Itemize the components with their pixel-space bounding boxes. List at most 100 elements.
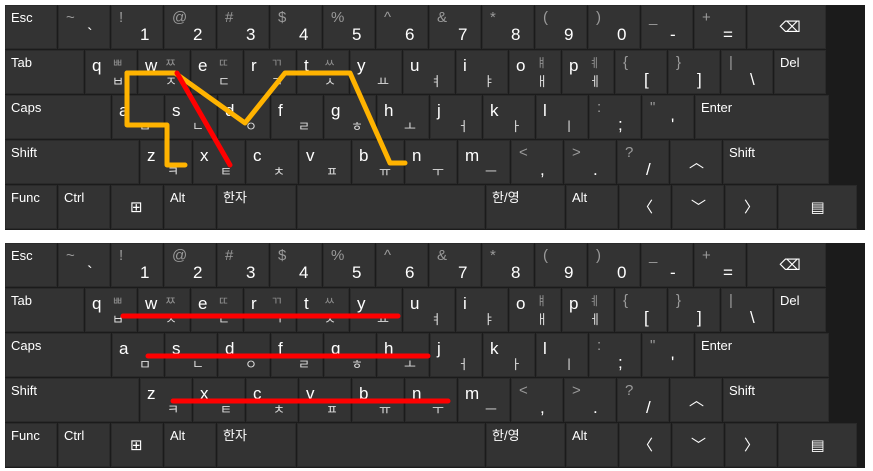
key-i[interactable]: iㅑ [456,50,508,94]
key-right[interactable]: 〉 [725,423,777,467]
key-alt-left[interactable]: Alt [164,185,216,229]
key-0[interactable]: ) 0 [588,243,640,287]
key-slash[interactable]: ? / [617,140,669,184]
key-alt-right[interactable]: Alt [566,185,618,229]
key-j[interactable]: jㅓ [430,95,482,139]
key-m[interactable]: mㅡ [458,378,510,422]
key-z[interactable]: zㅋ [140,378,192,422]
key-slash[interactable]: ? / [617,378,669,422]
key-r[interactable]: rㄲㄱ [244,288,296,332]
key-down[interactable]: ﹀ [672,423,724,467]
key-backslash[interactable]: | \ [721,288,773,332]
key-o[interactable]: oㅒㅐ [509,288,561,332]
key-caps[interactable]: Caps [5,333,111,377]
key-semicolon[interactable]: :; [589,95,641,139]
key-t[interactable]: t ㅆㅅ [297,288,349,332]
key-space[interactable] [297,423,485,467]
key-q[interactable]: qㅃㅂ [85,50,137,94]
key-s[interactable]: sㄴ [165,333,217,377]
key-2[interactable]: @2 [164,5,216,49]
key-semicolon[interactable]: :; [589,333,641,377]
key-del[interactable]: Del [774,50,826,94]
key-shift-right[interactable]: Shift [723,140,829,184]
key-u[interactable]: uㅕ [403,288,455,332]
key-func[interactable]: Func [5,185,57,229]
key-1[interactable]: ! 1 [111,243,163,287]
key-g[interactable]: gㅎ [324,333,376,377]
key-y[interactable]: yㅛ [350,288,402,332]
key-7[interactable]: & 7 [429,5,481,49]
key-period[interactable]: >. [564,378,616,422]
key-w[interactable]: wㅉㅈ [138,50,190,94]
key-q[interactable]: qㅃㅂ [85,288,137,332]
key-s[interactable]: sㄴ [165,95,217,139]
key-2[interactable]: @2 [164,243,216,287]
key-shift-right[interactable]: Shift [723,378,829,422]
key-ctrl[interactable]: Ctrl [58,423,110,467]
key-settings[interactable]: ▤ [778,423,857,467]
key-comma[interactable]: <, [511,140,563,184]
key-k[interactable]: kㅏ [483,95,535,139]
key-u[interactable]: uㅕ [403,50,455,94]
key-v[interactable]: vㅍ [299,140,351,184]
key-minus[interactable]: _ - [641,243,693,287]
key-k[interactable]: kㅏ [483,333,535,377]
key-x[interactable]: xㅌ [193,140,245,184]
key-space[interactable] [297,185,485,229]
key-backtick[interactable]: ~ ` [58,5,110,49]
key-3[interactable]: #3 [217,243,269,287]
key-lbracket[interactable]: {[ [615,50,667,94]
key-h[interactable]: hㅗ [377,95,429,139]
key-9[interactable]: (9 [535,243,587,287]
key-func[interactable]: Func [5,423,57,467]
key-settings[interactable]: ▤ [778,185,857,229]
key-shift-left[interactable]: Shift [5,140,139,184]
key-c[interactable]: cㅊ [246,378,298,422]
key-4[interactable]: $4 [270,243,322,287]
key-b[interactable]: bㅠ [352,378,404,422]
key-m[interactable]: mㅡ [458,140,510,184]
key-c[interactable]: cㅊ [246,140,298,184]
key-8[interactable]: * 8 [482,5,534,49]
key-hanja[interactable]: 한자 [217,185,296,229]
key-3[interactable]: #3 [217,5,269,49]
key-t[interactable]: t ㅆㅅ [297,50,349,94]
key-alt-right[interactable]: Alt [566,423,618,467]
key-d[interactable]: dㅇ [218,333,270,377]
key-quote[interactable]: " ' [642,333,694,377]
key-4[interactable]: $4 [270,5,322,49]
key-r[interactable]: rㄲㄱ [244,50,296,94]
key-up[interactable]: ︿ [670,378,722,422]
key-win[interactable]: ⊞ [111,185,163,229]
key-up[interactable]: ︿ [670,140,722,184]
key-left[interactable]: 〈 [619,423,671,467]
key-0[interactable]: ) 0 [588,5,640,49]
key-l[interactable]: lㅣ [536,333,588,377]
key-d[interactable]: dㅇ [218,95,270,139]
key-e[interactable]: eㄸㄷ [191,50,243,94]
key-9[interactable]: (9 [535,5,587,49]
key-f[interactable]: fㄹ [271,333,323,377]
key-backspace[interactable]: ⌫ [747,5,826,49]
key-7[interactable]: & 7 [429,243,481,287]
key-5[interactable]: % 5 [323,5,375,49]
key-backtick[interactable]: ~ ` [58,243,110,287]
key-o[interactable]: oㅒㅐ [509,50,561,94]
key-minus[interactable]: _ - [641,5,693,49]
key-l[interactable]: lㅣ [536,95,588,139]
key-z[interactable]: zㅋ [140,140,192,184]
key-b[interactable]: bㅠ [352,140,404,184]
key-i[interactable]: iㅑ [456,288,508,332]
key-x[interactable]: xㅌ [193,378,245,422]
key-tab[interactable]: Tab [5,50,84,94]
key-hanyoung[interactable]: 한/영 [486,185,565,229]
key-enter[interactable]: Enter [695,333,829,377]
key-down[interactable]: ﹀ [672,185,724,229]
key-8[interactable]: * 8 [482,243,534,287]
key-hanja[interactable]: 한자 [217,423,296,467]
key-w[interactable]: wㅉㅈ [138,288,190,332]
key-equals[interactable]: + = [694,243,746,287]
key-v[interactable]: vㅍ [299,378,351,422]
key-ctrl[interactable]: Ctrl [58,185,110,229]
key-h[interactable]: hㅗ [377,333,429,377]
